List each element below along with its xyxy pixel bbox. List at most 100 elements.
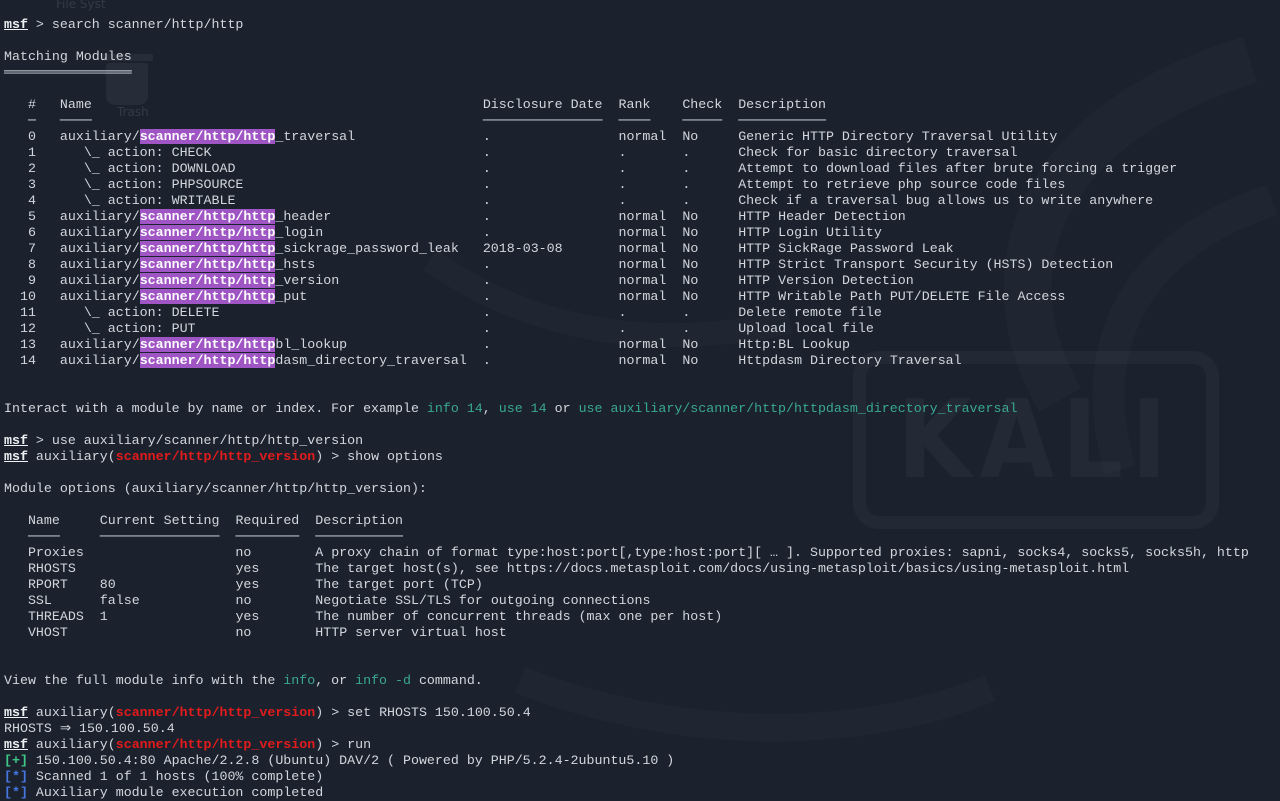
terminal-text: auxiliary( xyxy=(28,737,116,752)
terminal-text: ─ xyxy=(28,113,36,128)
desktop-icon-file-system-label: File Syst xyxy=(56,0,106,11)
terminal-line: ════════════════ xyxy=(4,65,1280,81)
terminal-text: Httpdasm Directory Traversal xyxy=(738,353,961,368)
terminal-text: 7 xyxy=(28,241,36,256)
terminal-text: \_ action: WRITABLE xyxy=(84,193,236,208)
terminal-text: _version xyxy=(275,273,339,288)
terminal-text: . xyxy=(483,257,491,272)
terminal-line xyxy=(4,385,1280,401)
terminal-text: command. xyxy=(411,673,483,688)
terminal-text: > use auxiliary/scanner/http/http_versio… xyxy=(28,433,363,448)
terminal-line: RHOSTS yes The target host(s), see https… xyxy=(4,561,1280,577)
terminal-line: 5 auxiliary/scanner/http/http_header . n… xyxy=(4,209,1280,225)
terminal-text: no xyxy=(235,625,251,640)
terminal-line: msf auxiliary(scanner/http/http_version)… xyxy=(4,737,1280,753)
terminal-line: 3 \_ action: PHPSOURCE . . . Attempt to … xyxy=(4,177,1280,193)
terminal-text: . xyxy=(682,161,690,176)
terminal-text: HTTP Login Utility xyxy=(738,225,882,240)
terminal-line: msf auxiliary(scanner/http/http_version)… xyxy=(4,705,1280,721)
terminal-line: msf auxiliary(scanner/http/http_version)… xyxy=(4,449,1280,465)
search-highlight-text: scanner/http/http xyxy=(140,273,276,288)
terminal-text: auxiliary/ xyxy=(60,129,140,144)
terminal-text: dasm_directory_traversal xyxy=(275,353,467,368)
terminal-output[interactable]: msf > search scanner/http/http Matching … xyxy=(4,17,1280,775)
msf-prompt: msf xyxy=(4,449,28,464)
terminal-text: No xyxy=(682,289,698,304)
terminal-text: Rank xyxy=(618,97,650,112)
terminal-text: . xyxy=(483,193,491,208)
terminal-text: . xyxy=(483,321,491,336)
terminal-line: 0 auxiliary/scanner/http/http_traversal … xyxy=(4,129,1280,145)
terminal-line: ──── ─────────────── ──────── ──────────… xyxy=(4,529,1280,545)
terminal-line: RHOSTS ⇒ 150.100.50.4 xyxy=(4,721,1280,737)
msf-prompt: msf xyxy=(4,17,28,32)
terminal-line: [*] Auxiliary module execution completed xyxy=(4,785,1280,801)
terminal-text: . xyxy=(483,129,491,144)
terminal-text: ─────────── xyxy=(738,113,826,128)
terminal-text: no xyxy=(235,593,251,608)
terminal-text: Module options (auxiliary/scanner/http/h… xyxy=(4,481,427,496)
terminal-text: normal xyxy=(618,353,666,368)
terminal-text: Interact with a module by name or index.… xyxy=(4,401,427,416)
terminal-text: No xyxy=(682,337,698,352)
search-highlight-text: scanner/http/http xyxy=(140,257,276,272)
terminal-text: bl_lookup xyxy=(275,337,347,352)
terminal-text: 11 xyxy=(20,305,36,320)
terminal-text: _put xyxy=(275,289,307,304)
terminal-line: [+] 150.100.50.4:80 Apache/2.2.8 (Ubuntu… xyxy=(4,753,1280,769)
terminal-text: auxiliary/ xyxy=(60,241,140,256)
terminal-text: 2018-03-08 xyxy=(483,241,563,256)
terminal-text: . xyxy=(682,305,690,320)
terminal-line: ─ ──── ─────────────── ──── ───── ──────… xyxy=(4,113,1280,129)
terminal-text: no xyxy=(235,545,251,560)
terminal-text: 10 xyxy=(20,289,36,304)
terminal-text: ──── xyxy=(60,113,92,128)
terminal-text: _header xyxy=(275,209,331,224)
terminal-text: ─────────────── xyxy=(483,113,603,128)
terminal-text: Current Setting xyxy=(100,513,220,528)
terminal-line: Module options (auxiliary/scanner/http/h… xyxy=(4,481,1280,497)
terminal-text: Generic HTTP Directory Traversal Utility xyxy=(738,129,1057,144)
search-highlight-text: scanner/http/http xyxy=(140,225,276,240)
terminal-line xyxy=(4,369,1280,385)
terminal-text: Disclosure Date xyxy=(483,97,603,112)
terminal-text: Http:BL Lookup xyxy=(738,337,850,352)
terminal-text: 8 xyxy=(28,257,36,272)
terminal-text: 3 xyxy=(28,177,36,192)
terminal-text: . xyxy=(483,161,491,176)
terminal-text: false xyxy=(100,593,140,608)
terminal-text: auxiliary/ xyxy=(60,337,140,352)
terminal-text: ─────────────── xyxy=(100,529,220,544)
status-indicator: [*] xyxy=(4,785,28,800)
terminal-text: 14 xyxy=(20,353,36,368)
terminal-text: normal xyxy=(618,273,666,288)
terminal-text: _traversal xyxy=(275,129,355,144)
terminal-text: normal xyxy=(618,257,666,272)
terminal-text: ) > set RHOSTS 150.100.50.4 xyxy=(315,705,530,720)
terminal-line: [*] Scanned 1 of 1 hosts (100% complete) xyxy=(4,769,1280,785)
terminal-line: msf > search scanner/http/http xyxy=(4,17,1280,33)
terminal-text: , xyxy=(483,401,499,416)
command-hint: info xyxy=(283,673,315,688)
command-hint: use auxiliary/scanner/http/httpdasm_dire… xyxy=(579,401,1018,416)
terminal-text: . xyxy=(483,273,491,288)
terminal-text: No xyxy=(682,129,698,144)
terminal-text: VHOST xyxy=(28,625,68,640)
terminal-text: HTTP Header Detection xyxy=(738,209,906,224)
terminal-text: \_ action: DELETE xyxy=(84,305,220,320)
command-hint: info -d xyxy=(355,673,411,688)
terminal-text: \_ action: DOWNLOAD xyxy=(84,161,236,176)
terminal-line: VHOST no HTTP server virtual host xyxy=(4,625,1280,641)
terminal-text: , or xyxy=(315,673,355,688)
terminal-text: No xyxy=(682,257,698,272)
terminal-line: View the full module info with the info,… xyxy=(4,673,1280,689)
terminal-text: THREADS xyxy=(28,609,84,624)
terminal-text: 5 xyxy=(28,209,36,224)
terminal-text: Check if a traversal bug allows us to wr… xyxy=(738,193,1153,208)
terminal-text: HTTP Version Detection xyxy=(738,273,914,288)
msf-prompt: msf xyxy=(4,737,28,752)
terminal-text: yes xyxy=(235,609,259,624)
terminal-line: # Name Disclosure Date Rank Check Descri… xyxy=(4,97,1280,113)
terminal-text: . xyxy=(618,177,626,192)
terminal-text: _login xyxy=(275,225,323,240)
